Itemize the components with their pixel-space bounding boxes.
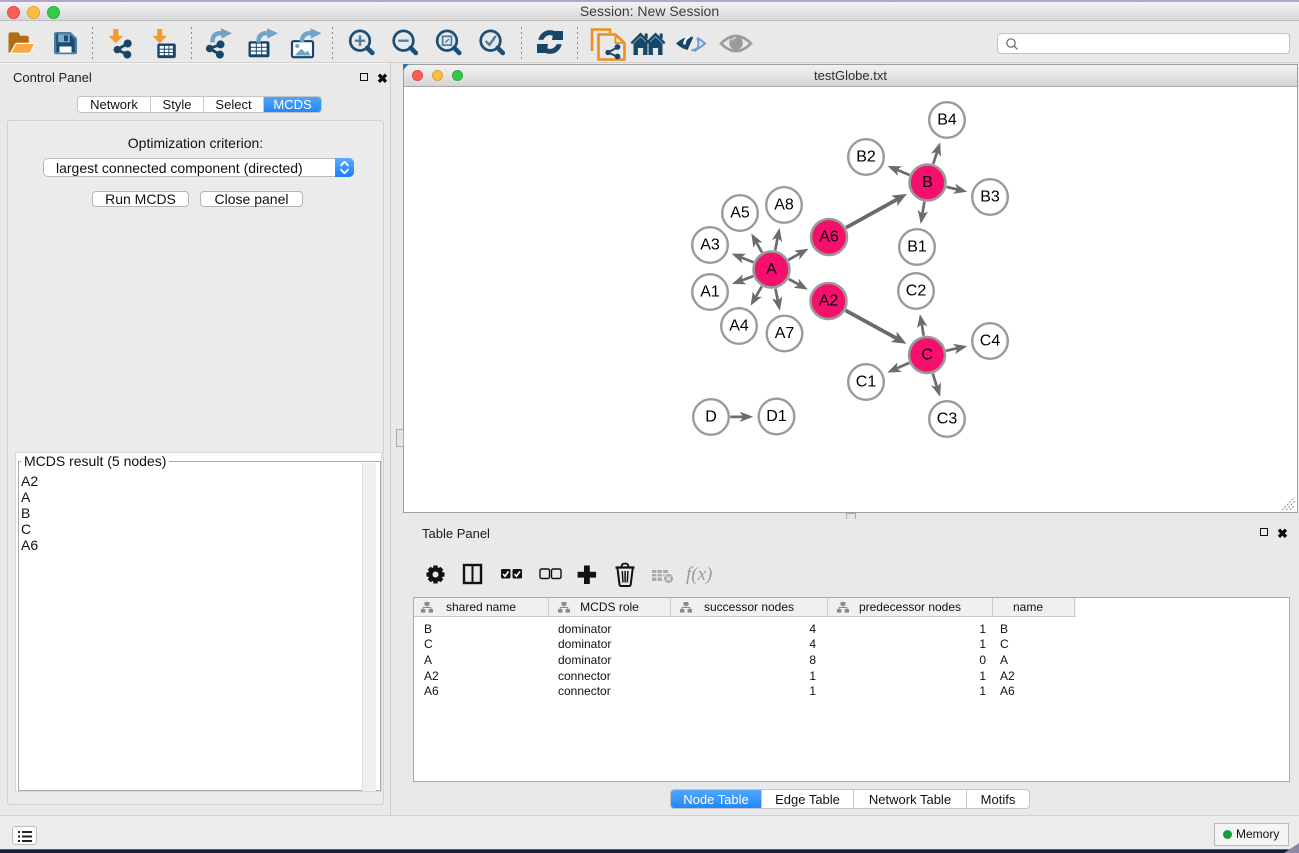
svg-text:C3: C3 bbox=[937, 411, 958, 428]
svg-text:C: C bbox=[921, 347, 933, 364]
svg-text:A5: A5 bbox=[730, 205, 750, 222]
svg-text:A7: A7 bbox=[775, 325, 795, 342]
svg-text:B: B bbox=[922, 174, 933, 191]
svg-text:D1: D1 bbox=[766, 408, 787, 425]
svg-text:D: D bbox=[705, 409, 717, 426]
svg-text:f(x): f(x) bbox=[686, 564, 712, 585]
svg-text:A8: A8 bbox=[774, 197, 794, 214]
svg-text:C2: C2 bbox=[906, 283, 927, 300]
svg-text:B2: B2 bbox=[856, 149, 876, 166]
svg-text:A3: A3 bbox=[700, 237, 720, 254]
svg-text:A6: A6 bbox=[819, 229, 839, 246]
svg-text:B3: B3 bbox=[980, 189, 1000, 206]
svg-text:C4: C4 bbox=[980, 333, 1001, 350]
svg-text:A: A bbox=[766, 261, 777, 278]
svg-text:B4: B4 bbox=[937, 112, 957, 129]
svg-text:A4: A4 bbox=[729, 318, 749, 335]
svg-text:A1: A1 bbox=[700, 284, 720, 301]
svg-text:C1: C1 bbox=[856, 374, 877, 391]
svg-text:A2: A2 bbox=[819, 293, 839, 310]
svg-text:B1: B1 bbox=[907, 239, 927, 256]
